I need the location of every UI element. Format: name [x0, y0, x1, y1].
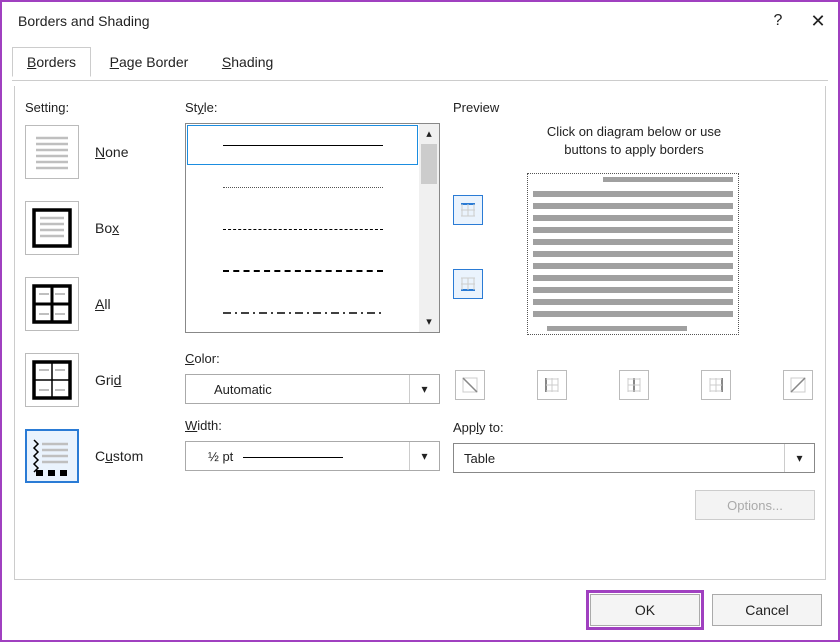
chevron-down-icon: ▾ — [409, 375, 439, 403]
tab-strip: Borders Page Border Shading — [12, 46, 828, 80]
help-button[interactable]: ? — [758, 12, 798, 30]
border-bottom-button[interactable] — [453, 269, 483, 299]
setting-grid-label: Grid — [95, 372, 121, 388]
setting-box[interactable]: Box — [25, 199, 180, 257]
setting-all-label: All — [95, 296, 111, 312]
cancel-button[interactable]: Cancel — [712, 594, 822, 626]
apply-to-dropdown[interactable]: Table ▾ — [453, 443, 815, 473]
border-right-button[interactable] — [701, 370, 731, 400]
scroll-down-icon[interactable]: ▾ — [419, 312, 439, 332]
border-left-button[interactable] — [537, 370, 567, 400]
chevron-down-icon: ▾ — [784, 444, 814, 472]
setting-box-label: Box — [95, 220, 119, 236]
width-sample-line — [243, 457, 343, 458]
ok-button[interactable]: OK — [590, 594, 700, 626]
preview-panel: Preview Click on diagram below or use bu… — [453, 100, 815, 339]
setting-custom[interactable]: Custom — [25, 427, 180, 485]
style-dashed[interactable] — [186, 250, 419, 292]
title-bar: Borders and Shading ? ✕ — [2, 2, 838, 40]
tab-shading[interactable]: Shading — [207, 47, 288, 77]
setting-none-icon — [25, 125, 79, 179]
border-diag-down-button[interactable] — [455, 370, 485, 400]
width-value: ½ pt — [208, 449, 233, 464]
tab-borders[interactable]: Borders — [12, 47, 91, 77]
setting-none[interactable]: None — [25, 123, 180, 181]
setting-none-label: None — [95, 144, 128, 160]
apply-to-value: Table — [464, 451, 495, 466]
scroll-up-icon[interactable]: ▴ — [419, 124, 439, 144]
setting-grid-icon — [25, 353, 79, 407]
setting-panel: Setting: None Box All Grid — [25, 100, 180, 503]
setting-grid[interactable]: Grid — [25, 351, 180, 409]
scroll-thumb[interactable] — [421, 144, 437, 184]
border-top-button[interactable] — [453, 195, 483, 225]
dialog-title: Borders and Shading — [18, 13, 758, 29]
apply-to-section: Apply to: Table ▾ — [453, 420, 815, 473]
style-dashed-tight[interactable] — [186, 208, 419, 250]
setting-custom-icon — [25, 429, 79, 483]
dialog-buttons: OK Cancel — [590, 594, 822, 626]
close-button[interactable]: ✕ — [798, 11, 838, 32]
tab-page-border[interactable]: Page Border — [95, 47, 204, 77]
style-panel: Style: ▴ ▾ Color: Automatic ▾ Width: ½ p… — [185, 100, 440, 471]
setting-label: Setting: — [25, 100, 180, 115]
setting-all-icon — [25, 277, 79, 331]
style-dash-dot[interactable] — [186, 292, 419, 333]
setting-box-icon — [25, 201, 79, 255]
setting-custom-label: Custom — [95, 448, 143, 464]
color-label: Color: — [185, 351, 440, 366]
chevron-down-icon: ▾ — [409, 442, 439, 470]
style-dotted-fine[interactable] — [186, 166, 419, 208]
border-inside-v-button[interactable] — [619, 370, 649, 400]
color-value: Automatic — [214, 382, 439, 397]
options-button: Options... — [695, 490, 815, 520]
style-label: Style: — [185, 100, 440, 115]
dialog-content: Setting: None Box All Grid — [14, 86, 826, 580]
preview-hint: Click on diagram below or use buttons to… — [463, 123, 805, 159]
setting-all[interactable]: All — [25, 275, 180, 333]
border-diag-up-button[interactable] — [783, 370, 813, 400]
preview-label: Preview — [453, 100, 815, 115]
preview-area — [453, 169, 815, 339]
width-dropdown[interactable]: ½ pt ▾ — [185, 441, 440, 471]
color-dropdown[interactable]: Automatic ▾ — [185, 374, 440, 404]
style-listbox[interactable]: ▴ ▾ — [185, 123, 440, 333]
style-solid[interactable] — [186, 124, 419, 166]
width-label: Width: — [185, 418, 440, 433]
style-scrollbar[interactable]: ▴ ▾ — [419, 124, 439, 332]
preview-diagram[interactable] — [533, 179, 733, 329]
apply-to-label: Apply to: — [453, 420, 815, 435]
